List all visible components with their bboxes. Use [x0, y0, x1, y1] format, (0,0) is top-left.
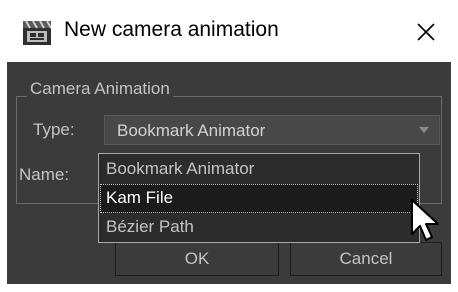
type-combobox-value: Bookmark Animator: [117, 121, 266, 140]
close-icon: [417, 23, 435, 41]
dropdown-option-kam-file[interactable]: Kam File: [100, 184, 418, 213]
type-combobox[interactable]: Bookmark Animator: [104, 115, 440, 145]
film-clapper-icon: [23, 20, 52, 45]
chevron-down-icon: [419, 127, 429, 133]
cancel-button[interactable]: Cancel: [290, 242, 442, 276]
mouse-cursor-icon: [411, 199, 439, 241]
dropdown-option-bookmark-animator[interactable]: Bookmark Animator: [100, 155, 418, 184]
name-label: Name:: [19, 165, 70, 184]
dropdown-option-bezier-path[interactable]: Bézier Path: [100, 213, 418, 242]
group-title: Camera Animation: [27, 79, 173, 99]
dialog-body: Camera Animation Type: Bookmark Animator…: [7, 62, 451, 284]
type-label: Type:: [33, 120, 75, 139]
window-title: New camera animation: [64, 18, 279, 41]
title-bar: New camera animation: [0, 0, 458, 62]
type-dropdown-list: Bookmark Animator Kam File Bézier Path: [98, 153, 420, 243]
close-button[interactable]: [404, 12, 448, 52]
type-dropdown-button[interactable]: [409, 116, 439, 144]
ok-button[interactable]: OK: [115, 242, 279, 276]
